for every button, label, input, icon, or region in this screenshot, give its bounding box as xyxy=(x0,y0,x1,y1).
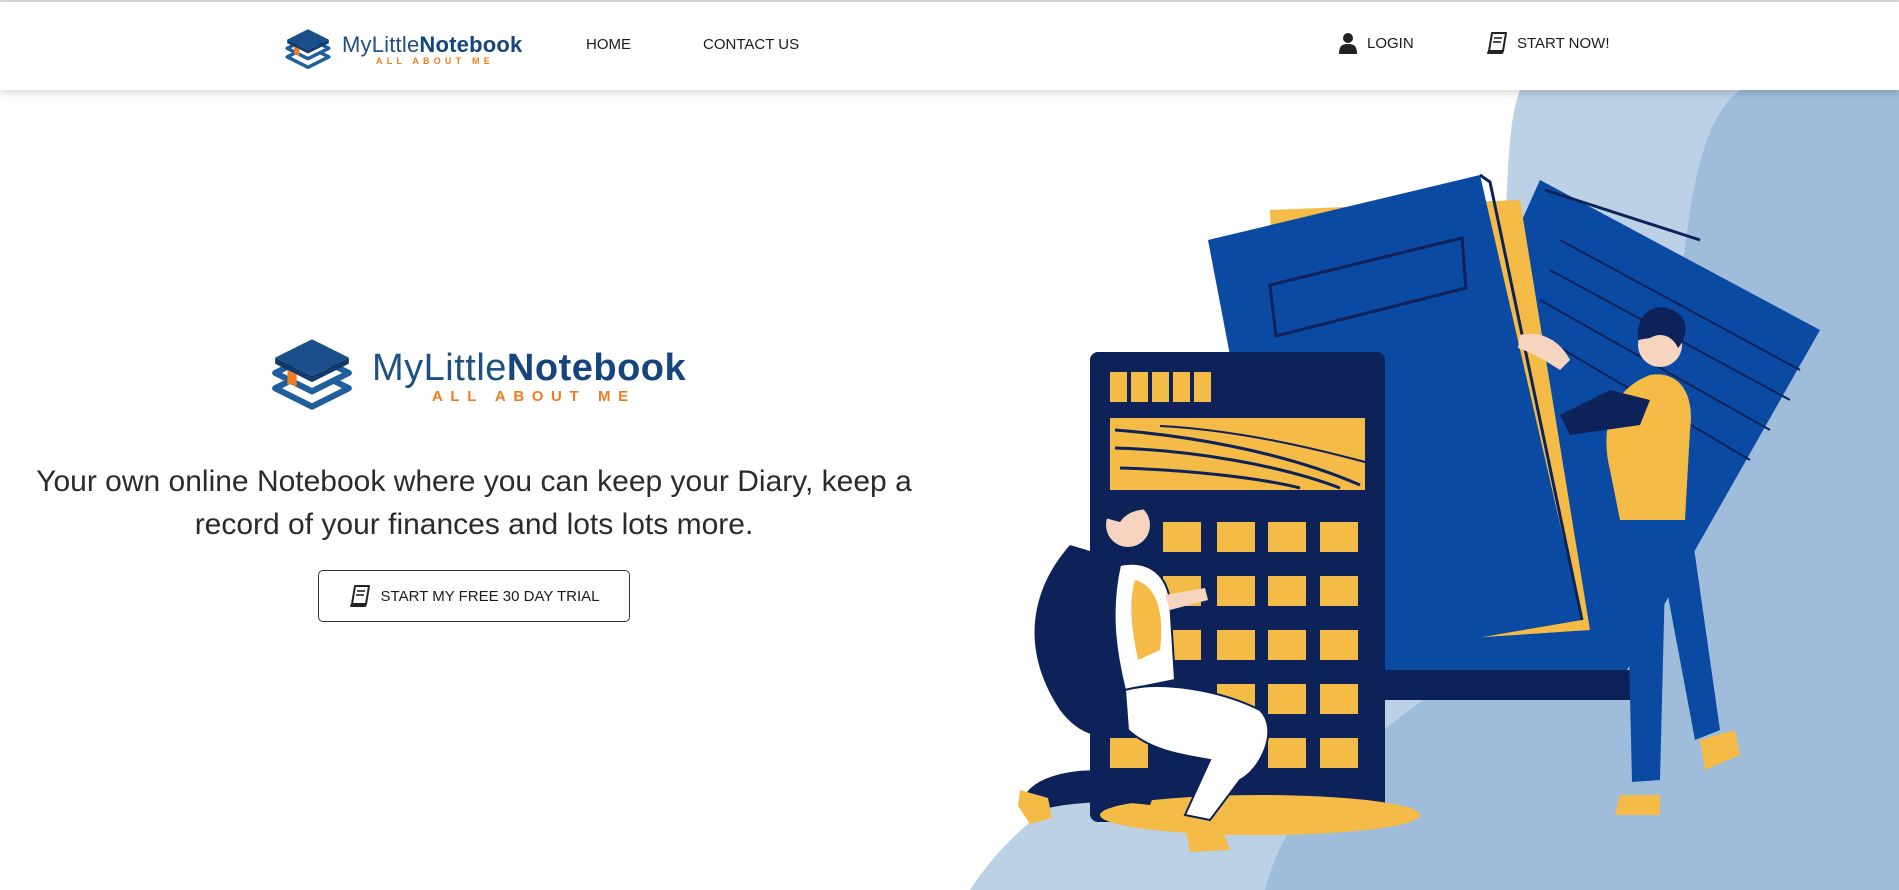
brand-tagline: ALL ABOUT ME xyxy=(376,56,494,66)
header-logo[interactable]: MyLittleNotebook ALL ABOUT ME xyxy=(282,22,522,78)
start-free-trial-button[interactable]: START MY FREE 30 DAY TRIAL xyxy=(318,570,630,622)
nav-contact-us[interactable]: CONTACT US xyxy=(703,36,799,53)
hero-brand-tagline: ALL ABOUT ME xyxy=(432,387,636,405)
hero-logo: MyLittleNotebook ALL ABOUT ME xyxy=(266,330,686,422)
brand-name-light: MyLittle xyxy=(342,32,420,57)
nav-login-label: LOGIN xyxy=(1367,34,1414,52)
user-icon xyxy=(1339,33,1357,54)
top-navbar: MyLittleNotebook ALL ABOUT ME HOME CONTA… xyxy=(0,2,1899,90)
nav-start-now[interactable]: START NOW! xyxy=(1486,32,1610,54)
hero-brand-name-bold: Notebook xyxy=(506,346,687,389)
hero-illustration xyxy=(970,90,1899,890)
nav-login[interactable]: LOGIN xyxy=(1338,32,1414,54)
notebook-icon xyxy=(1487,32,1507,54)
hero-brand-name-light: MyLittle xyxy=(372,346,507,389)
brand-name-bold: Notebook xyxy=(419,32,523,57)
notebook-icon xyxy=(349,585,370,607)
nav-start-now-label: START NOW! xyxy=(1517,34,1610,52)
stacked-books-icon xyxy=(272,339,352,410)
nav-home[interactable]: HOME xyxy=(586,36,631,53)
stacked-books-icon xyxy=(285,29,331,70)
hero-description: Your own online Notebook where you can k… xyxy=(36,465,912,541)
start-free-trial-label: START MY FREE 30 DAY TRIAL xyxy=(380,587,600,605)
